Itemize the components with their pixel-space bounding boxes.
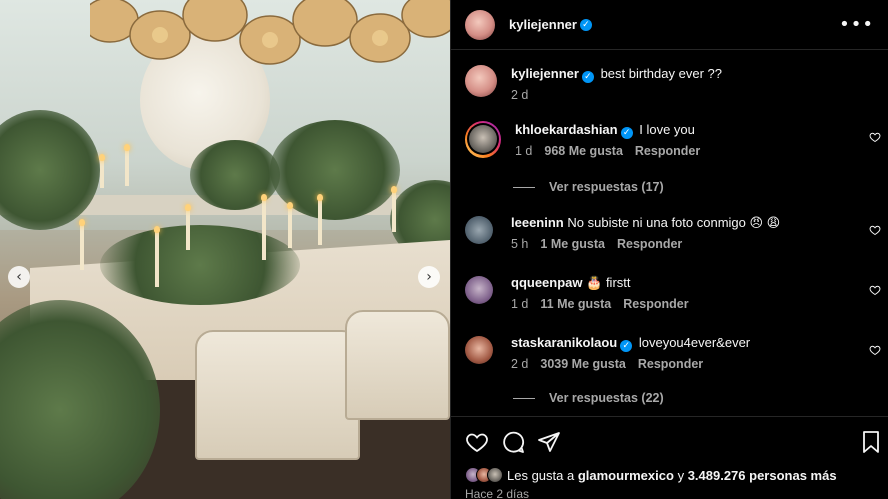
photo-chair (345, 310, 450, 420)
photo-candle (124, 144, 130, 186)
author-username[interactable]: kyliejenner (509, 17, 577, 32)
photo-greenery (100, 225, 300, 305)
photo-candle (79, 219, 85, 270)
comment-item: leeeninn No subiste ni una foto conmigo … (465, 214, 888, 251)
more-options-icon[interactable]: ••• (839, 14, 874, 35)
view-replies-button[interactable]: Ver respuestas (17) (513, 180, 664, 194)
comment-item: qqueenpaw 🎂 firstt 1 d 11 Me gusta Respo… (465, 274, 888, 311)
reply-button[interactable]: Responder (638, 357, 703, 371)
comment-likes[interactable]: 11 Me gusta (540, 297, 611, 311)
post-side-panel: kyliejenner ✓ ••• kyliejenner ✓ best birt… (450, 0, 888, 499)
photo-chair (195, 330, 360, 460)
photo-candle (261, 194, 267, 260)
comment-likes[interactable]: 968 Me gusta (544, 144, 623, 158)
bookmark-icon[interactable] (859, 430, 883, 454)
post-photo[interactable]: ‹ › (0, 0, 450, 499)
caption-age: 2 d (511, 88, 529, 102)
comment-age: 2 d (511, 357, 529, 371)
likes-text: Les gusta a glamourmexico y 3.489.276 pe… (507, 468, 837, 483)
posted-ago: Hace 2 días (465, 487, 530, 499)
next-photo-button[interactable]: › (418, 266, 440, 288)
chevron-left-icon: ‹ (16, 269, 22, 285)
comment-age: 5 h (511, 237, 529, 251)
comment-text: No subiste ni una foto conmigo 😠 😩 (567, 215, 781, 230)
heart-icon[interactable] (869, 131, 881, 143)
likes-prefix: Les gusta a (507, 467, 575, 483)
comments-list[interactable]: kyliejenner ✓ best birthday ever ?? 2 d k… (451, 51, 888, 416)
liker-avatar (487, 467, 503, 483)
instagram-post-modal: ‹ › kyliejenner ✓ ••• kyliejenner ✓ best … (0, 0, 888, 499)
avatar[interactable] (465, 276, 493, 304)
reply-button[interactable]: Responder (617, 237, 682, 251)
comment-icon[interactable] (501, 430, 525, 454)
comment-age: 1 d (511, 297, 529, 311)
story-ring[interactable] (465, 121, 501, 158)
caption-text: best birthday ever ?? (600, 66, 722, 81)
verified-badge-icon: ✓ (579, 18, 592, 31)
verified-badge-icon: ✓ (620, 127, 633, 139)
view-replies-label: Ver respuestas (22) (549, 391, 664, 405)
divider (513, 397, 535, 399)
comment-item: staskaranikolaou ✓ loveyou4ever&ever 2 d … (465, 334, 888, 371)
heart-icon[interactable] (465, 430, 489, 454)
photo-candle (287, 202, 293, 248)
photo-candle (185, 204, 191, 250)
previous-photo-button[interactable]: ‹ (8, 266, 30, 288)
divider (513, 186, 535, 188)
reply-button[interactable]: Responder (635, 144, 700, 158)
post-caption: kyliejenner ✓ best birthday ever ?? 2 d (465, 65, 888, 102)
comment-username[interactable]: khloekardashian (515, 122, 618, 137)
comment-text: loveyou4ever&ever (638, 335, 751, 350)
photo-candle (99, 154, 105, 188)
post-header: kyliejenner ✓ ••• (451, 0, 888, 50)
heart-icon[interactable] (869, 284, 881, 296)
photo-chandelier (90, 0, 450, 65)
comment-text: I love you (639, 122, 695, 137)
likes-user[interactable]: glamourmexico (578, 468, 674, 483)
likes-join: y (677, 467, 685, 483)
view-replies-button[interactable]: Ver respuestas (22) (513, 391, 664, 405)
heart-icon[interactable] (869, 344, 881, 356)
heart-icon[interactable] (869, 224, 881, 236)
reply-button[interactable]: Responder (623, 297, 688, 311)
author-avatar[interactable] (465, 9, 495, 40)
photo-candle (317, 194, 323, 245)
comment-item: khloekardashian ✓ I love you 1 d 968 Me g… (465, 121, 888, 158)
chevron-right-icon: › (426, 269, 432, 285)
comment-likes[interactable]: 1 Me gusta (540, 237, 605, 251)
caption-username[interactable]: kyliejenner (511, 66, 579, 81)
avatar[interactable] (465, 336, 493, 364)
avatar[interactable] (465, 65, 497, 97)
avatar[interactable] (465, 216, 493, 244)
verified-badge-icon: ✓ (581, 71, 594, 83)
send-icon[interactable] (537, 430, 561, 454)
comment-likes[interactable]: 3039 Me gusta (540, 357, 625, 371)
comment-username[interactable]: qqueenpaw (511, 275, 583, 290)
view-replies-label: Ver respuestas (17) (549, 180, 664, 194)
avatar (469, 125, 497, 153)
comment-username[interactable]: leeeninn (511, 215, 564, 230)
comment-age: 1 d (515, 144, 533, 158)
verified-badge-icon: ✓ (620, 340, 633, 352)
action-icons (465, 430, 883, 454)
post-actions: Les gusta a glamourmexico y 3.489.276 pe… (451, 416, 888, 499)
likes-count[interactable]: 3.489.276 personas más (688, 468, 837, 483)
photo-candle (391, 186, 397, 232)
comment-username[interactable]: staskaranikolaou (511, 335, 617, 350)
photo-candle (154, 226, 160, 287)
likes-summary[interactable]: Les gusta a glamourmexico y 3.489.276 pe… (465, 467, 837, 483)
comment-text: 🎂 firstt (586, 275, 631, 290)
